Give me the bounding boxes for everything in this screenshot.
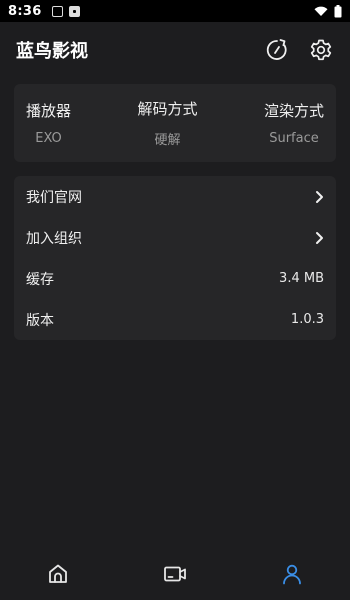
decode-setting-value: 硬解 <box>154 133 181 148</box>
render-setting[interactable]: 渲染方式 Surface <box>264 100 324 146</box>
player-setting-value: EXO <box>35 131 62 146</box>
nav-profile[interactable] <box>272 554 312 594</box>
text-notification-icon <box>68 5 80 17</box>
render-setting-value: Surface <box>269 131 319 146</box>
status-time: 8:36 <box>8 3 42 19</box>
menu-item-label: 版本 <box>26 312 54 329</box>
settings-gear-icon <box>310 39 332 61</box>
nav-home[interactable] <box>38 554 78 594</box>
notification-icon <box>51 5 63 17</box>
menu-item-cache[interactable]: 缓存 3.4 MB <box>26 258 324 299</box>
app-title: 蓝鸟影视 <box>16 41 88 62</box>
cache-size-value: 3.4 MB <box>279 271 324 286</box>
menu-item-label: 我们官网 <box>26 189 82 206</box>
header-actions <box>264 37 334 63</box>
decode-setting-label: 解码方式 <box>137 100 198 118</box>
status-bar: 8:36 <box>0 0 350 22</box>
player-setting-label: 播放器 <box>26 102 72 120</box>
decode-setting[interactable]: 解码方式 硬解 <box>137 98 197 148</box>
status-right <box>314 4 342 18</box>
home-icon <box>49 564 68 583</box>
menu-item-label: 缓存 <box>26 271 54 288</box>
settings-button[interactable] <box>308 37 334 63</box>
nav-video[interactable] <box>155 554 195 594</box>
menu-card: 我们官网 加入组织 缓存 3.4 MB 版本 1.0.3 <box>14 176 336 340</box>
app-header: 蓝鸟影视 <box>0 22 350 78</box>
player-settings-card: 播放器 EXO 解码方式 硬解 渲染方式 Surface <box>14 84 336 162</box>
refresh-button[interactable] <box>264 37 290 63</box>
version-value: 1.0.3 <box>290 312 324 327</box>
menu-item-version: 版本 1.0.3 <box>26 299 324 340</box>
wifi-icon <box>314 6 328 16</box>
menu-item-label: 加入组织 <box>26 230 82 247</box>
player-setting[interactable]: 播放器 EXO <box>26 100 71 146</box>
profile-icon <box>282 564 301 585</box>
refresh-icon <box>266 39 287 60</box>
menu-item-official-site[interactable]: 我们官网 <box>26 176 324 217</box>
render-setting-label: 渲染方式 <box>263 102 324 120</box>
status-notifications <box>51 5 80 17</box>
battery-icon <box>334 4 342 17</box>
video-icon <box>164 566 186 582</box>
chevron-right-icon <box>316 231 323 244</box>
bottom-nav <box>0 548 350 600</box>
chevron-right-icon <box>316 190 323 203</box>
menu-item-join-group[interactable]: 加入组织 <box>26 217 324 258</box>
screen: 8:36 蓝鸟影视 播放器 EXO 解码方式 硬解 渲染方式 Surface 我… <box>0 0 350 600</box>
